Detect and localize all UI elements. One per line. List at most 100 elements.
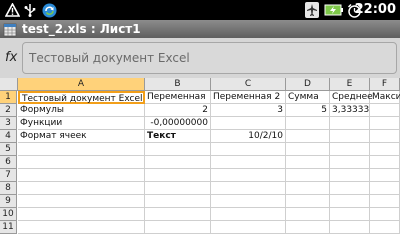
sheet-cell[interactable] [330, 143, 370, 156]
column-header-a[interactable]: A [18, 78, 145, 91]
sheet-cell[interactable] [330, 156, 370, 169]
sheet-cell[interactable] [370, 169, 400, 182]
sheet-cell[interactable]: Сумма [286, 91, 330, 104]
column-header-b[interactable]: B [145, 78, 211, 91]
sheet-cell[interactable] [370, 156, 400, 169]
sheet-cell[interactable]: Функции [18, 117, 145, 130]
sheet-cell[interactable] [286, 195, 330, 208]
sheet-cell[interactable] [370, 182, 400, 195]
sheet-cell[interactable] [211, 117, 286, 130]
sheet-cell[interactable] [330, 182, 370, 195]
sync-icon [41, 2, 57, 18]
sheet-cell[interactable] [18, 169, 145, 182]
row-header[interactable]: 9 [0, 195, 17, 208]
sheet-cell[interactable] [211, 143, 286, 156]
sheet-cell[interactable] [370, 221, 400, 234]
sheet-cell[interactable]: Макси [370, 91, 400, 104]
sheet-cell[interactable] [211, 156, 286, 169]
sheet-cell[interactable] [211, 182, 286, 195]
sheet-cell[interactable]: -0,00000000 [145, 117, 211, 130]
row-header[interactable]: 5 [0, 143, 17, 156]
sheet-cell[interactable]: Формат ячеек [18, 130, 145, 143]
column-header-row: A B C D E F [0, 78, 400, 91]
sheet-cell[interactable] [370, 195, 400, 208]
sheet-cell[interactable] [18, 195, 145, 208]
sheet-cell[interactable] [286, 169, 330, 182]
sheet-cell[interactable] [286, 156, 330, 169]
sheet-cell[interactable]: 5 [286, 104, 330, 117]
sheet-cell[interactable] [211, 195, 286, 208]
sheet-cell[interactable]: 10/2/10 [211, 130, 286, 143]
sheet-cell[interactable] [145, 143, 211, 156]
sheet-cell[interactable] [330, 195, 370, 208]
sheet-cell[interactable]: Тестовый документ Excel [18, 91, 145, 104]
row-header[interactable]: 6 [0, 156, 17, 169]
sheet-cell[interactable] [18, 208, 145, 221]
table-row: 1 Тестовый документ Excel Переменная Переме… [0, 91, 400, 104]
table-row: 6 [0, 156, 400, 169]
app-icon [3, 22, 17, 37]
formula-input[interactable]: Тестовый документ Excel [22, 42, 397, 74]
sheet-cell[interactable] [330, 221, 370, 234]
sheet-cell[interactable] [18, 182, 145, 195]
sheet-cell[interactable] [211, 208, 286, 221]
warning-icon [4, 2, 20, 18]
sheet-cell[interactable] [18, 156, 145, 169]
sheet-cell[interactable]: Текст [145, 130, 211, 143]
sheet-cell[interactable] [286, 117, 330, 130]
sheet-cell[interactable]: 3 [211, 104, 286, 117]
battery-icon [324, 2, 344, 18]
row-header[interactable]: 2 [0, 104, 17, 117]
sheet-cell[interactable]: 2 [145, 104, 211, 117]
sheet-cell[interactable]: Переменная [145, 91, 211, 104]
sheet-cell[interactable]: Формулы [18, 104, 145, 117]
column-header-c[interactable]: C [211, 78, 286, 91]
sheet-cell[interactable] [145, 208, 211, 221]
table-row: 5 [0, 143, 400, 156]
sheet-cell[interactable] [145, 182, 211, 195]
table-row: 4 Формат ячеек Текст 10/2/10 [0, 130, 400, 143]
sheet-cell[interactable] [286, 143, 330, 156]
row-header[interactable]: 11 [0, 221, 17, 234]
sheet-cell[interactable]: Переменная 2 [211, 91, 286, 104]
sheet-cell[interactable] [370, 208, 400, 221]
row-header[interactable]: 8 [0, 182, 17, 195]
column-header-f[interactable]: F [370, 78, 400, 91]
sheet-cell[interactable] [18, 221, 145, 234]
sheet-cell[interactable] [370, 117, 400, 130]
sheet-cell[interactable] [211, 221, 286, 234]
sheet-cell[interactable] [330, 208, 370, 221]
sheet-cell[interactable] [330, 117, 370, 130]
row-header[interactable]: 1 [0, 91, 17, 104]
sheet-cell[interactable] [286, 182, 330, 195]
table-row: 7 [0, 169, 400, 182]
sheet-cell[interactable] [211, 169, 286, 182]
sheet-cell[interactable] [286, 208, 330, 221]
sheet-cell[interactable]: Среднее [330, 91, 373, 104]
sheet-cell[interactable]: 3,33333 [330, 104, 370, 117]
sheet-cell[interactable] [286, 221, 330, 234]
row-header[interactable]: 7 [0, 169, 17, 182]
document-title: test_2.xls : Лист1 [22, 22, 141, 36]
column-header-d[interactable]: D [286, 78, 330, 91]
corner-cell[interactable] [0, 78, 18, 91]
sheet-cell[interactable] [145, 221, 211, 234]
title-bar: test_2.xls : Лист1 [0, 20, 400, 38]
table-row: 10 [0, 208, 400, 221]
table-row: 3 Функции -0,00000000 [0, 117, 400, 130]
sheet-cell[interactable] [145, 169, 211, 182]
row-header[interactable]: 4 [0, 130, 17, 143]
table-row: 8 [0, 182, 400, 195]
row-header[interactable]: 3 [0, 117, 17, 130]
sheet-cell[interactable] [330, 169, 370, 182]
column-header-e[interactable]: E [330, 78, 370, 91]
sheet-cell[interactable] [370, 130, 400, 143]
sheet-cell[interactable] [370, 143, 400, 156]
sheet-cell[interactable] [286, 130, 330, 143]
sheet-cell[interactable] [145, 156, 211, 169]
row-header[interactable]: 10 [0, 208, 17, 221]
sheet-cell[interactable] [370, 104, 400, 117]
sheet-cell[interactable] [145, 195, 211, 208]
sheet-cell[interactable] [330, 130, 370, 143]
sheet-cell[interactable] [18, 143, 145, 156]
